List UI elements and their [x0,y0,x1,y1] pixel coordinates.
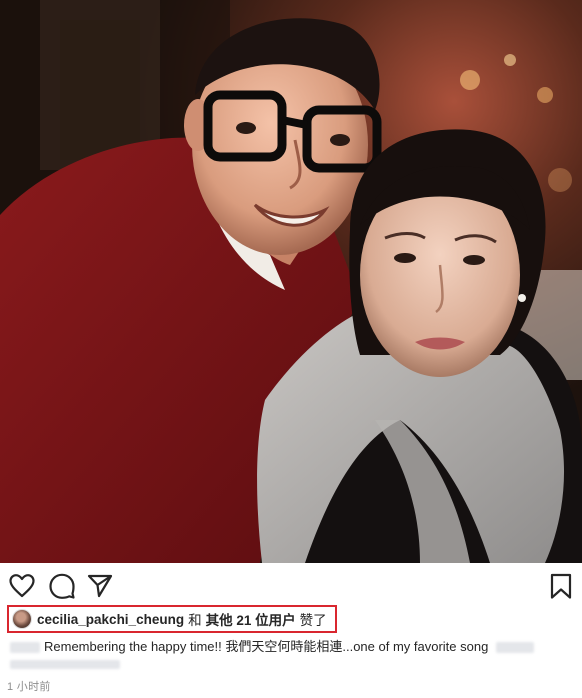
post-caption: Remembering the happy time!! 我們天空何時能相連..… [10,636,576,658]
comment-bubble-icon [49,573,75,599]
heart-outline-icon [9,574,35,598]
likes-verb-text: 赞了 [299,613,327,628]
post-photo[interactable] [0,0,582,563]
instagram-post: cecilia_pakchi_cheung 和 其他 21 位用户 赞了 Rem… [0,0,582,698]
comment-button[interactable] [48,572,76,600]
post-action-bar [0,563,582,607]
likes-others-link[interactable]: 其他 21 位用户 [206,609,296,629]
post-timestamp: 1 小时前 [7,681,51,693]
bookmark-icon [550,573,572,599]
share-button[interactable] [86,572,114,600]
like-button[interactable] [8,572,36,600]
redacted-text [496,642,535,654]
post-photo-image [0,0,582,563]
liker-avatar[interactable] [13,610,31,628]
likes-summary: cecilia_pakchi_cheung 和 其他 21 位用户 赞了 [7,605,337,633]
likes-and-text: 和 [188,613,202,628]
redacted-username [10,642,40,654]
paper-plane-icon [87,574,113,598]
caption-text: Remembering the happy time!! 我們天空何時能相連..… [44,639,489,654]
redacted-caption-line [10,660,120,669]
save-button[interactable] [547,572,575,600]
liker-username[interactable]: cecilia_pakchi_cheung [37,612,184,627]
